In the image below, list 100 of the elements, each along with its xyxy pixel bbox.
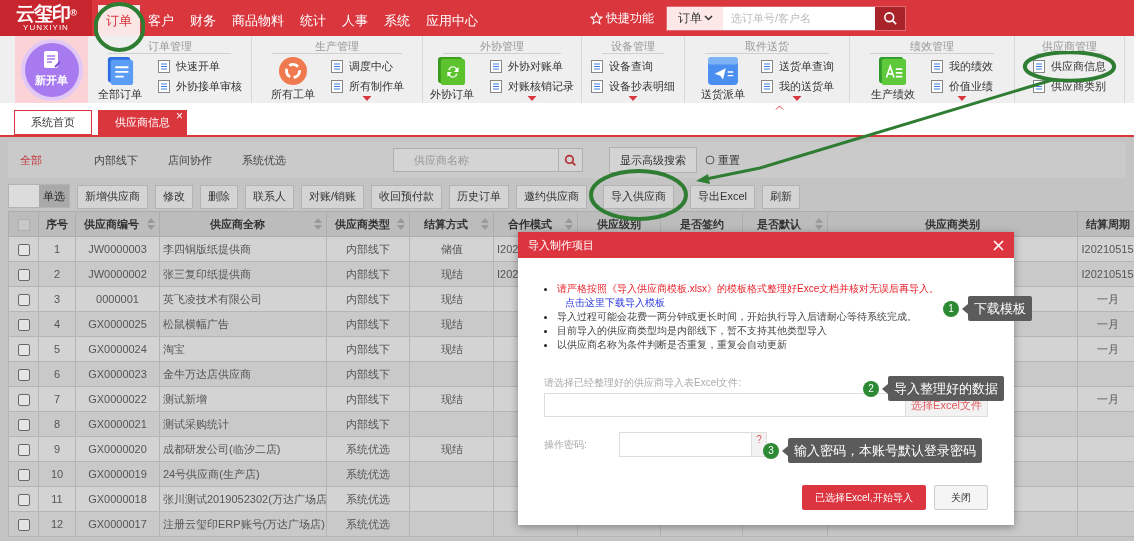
column-header: 供应商全称 — [208, 216, 266, 232]
more-caret-icon[interactable] — [527, 96, 537, 101]
column-header: 供应商类型 — [333, 216, 391, 232]
bullet-icon — [544, 316, 547, 319]
ribbon-item[interactable]: 所有制作单 — [330, 80, 404, 93]
table-cell: I202 — [497, 267, 519, 280]
row-checkbox[interactable] — [17, 318, 30, 331]
bullet-icon — [544, 288, 547, 291]
page-tab[interactable]: 系统首页 — [14, 110, 92, 135]
row-checkbox[interactable] — [17, 343, 30, 356]
menu-item[interactable]: 应用中心 — [418, 5, 486, 36]
document-icon — [157, 60, 170, 73]
ribbon-item[interactable]: 我的送货单 — [760, 80, 834, 93]
column-header: 是否默认 — [756, 216, 802, 232]
table-cell: 储值 — [440, 242, 463, 255]
table-cell: 10 — [50, 467, 64, 480]
row-checkbox[interactable] — [17, 493, 30, 506]
table-cell: 2 — [53, 267, 61, 280]
ribbon-item[interactable]: 外协接单审核 — [157, 80, 242, 93]
toolbar-button[interactable]: 删除 — [200, 184, 238, 209]
ribbon-big-button[interactable]: 所有工单 — [270, 57, 315, 100]
table-cell: 内部线下 — [346, 417, 390, 430]
toolbar-button[interactable]: 邀约供应商 — [516, 184, 588, 209]
ribbon-item[interactable]: 设备查询 — [591, 60, 653, 73]
row-checkbox[interactable] — [17, 268, 30, 281]
more-caret-icon[interactable] — [362, 96, 372, 101]
ribbon-item[interactable]: 外协对账单 — [490, 60, 563, 73]
menu-item[interactable]: 财务 — [182, 5, 224, 36]
advanced-search-button[interactable]: 显示高级搜索 — [609, 147, 697, 173]
row-checkbox[interactable] — [17, 243, 30, 256]
callout-tooltip: 下载模板 — [968, 296, 1032, 321]
filter-tab[interactable]: 内部线下 — [94, 151, 168, 169]
tab-close-button[interactable]: × — [176, 109, 183, 123]
note-text: 以供应商名称为条件判断是否重复，重复会自动更新 — [557, 338, 787, 352]
toolbar-button[interactable]: 收回预付款 — [371, 184, 443, 209]
start-import-button[interactable]: 已选择Excel,开始导入 — [802, 485, 926, 510]
download-template-link[interactable]: 点击这里下载导入模板 — [565, 296, 665, 310]
ribbon-big-button[interactable]: 生产绩效 — [871, 57, 915, 100]
table-cell: GX0000018 — [88, 492, 147, 505]
page-tab[interactable]: 供应商信息 × — [98, 110, 187, 135]
table-cell: 现结 — [440, 292, 463, 305]
menu-item[interactable]: 客户 — [140, 5, 182, 36]
document-icon — [157, 80, 170, 93]
toolbar-button[interactable]: 导入供应商 — [603, 184, 675, 209]
callout-tooltip: 输入密码，本账号默认登录密码 — [788, 438, 982, 463]
column-header: 是否签约 — [678, 216, 725, 232]
ribbon-item[interactable]: 调度中心 — [330, 60, 393, 73]
row-checkbox[interactable] — [17, 443, 30, 456]
ribbon-item[interactable]: 我的绩效 — [931, 60, 993, 73]
table-cell: 现结 — [440, 317, 463, 330]
row-checkbox[interactable] — [17, 393, 30, 406]
table-cell: 4 — [53, 317, 61, 330]
document-icon — [490, 60, 502, 73]
reset-button[interactable]: 重置 — [705, 151, 740, 169]
toolbar-button[interactable]: 新增供应商 — [77, 184, 148, 209]
toolbar-button[interactable]: 导出Excel — [690, 184, 755, 209]
filter-tab[interactable]: 系统优选 — [242, 151, 316, 169]
ribbon-big-button[interactable]: 全部订单 — [97, 57, 142, 100]
document-icon — [760, 60, 773, 73]
more-caret-icon[interactable] — [792, 96, 802, 101]
row-checkbox[interactable] — [17, 293, 30, 306]
ribbon-item[interactable]: 供应商类别 — [1033, 80, 1106, 93]
row-checkbox[interactable] — [17, 518, 30, 531]
toolbar-button[interactable]: 修改 — [155, 184, 193, 209]
table-cell: 内部线下 — [346, 292, 390, 305]
ribbon-item[interactable]: 快速开单 — [157, 60, 220, 73]
ribbon-big-button[interactable]: 外协订单 — [430, 57, 474, 100]
document-icon — [760, 80, 773, 93]
quick-functions-button[interactable]: 快捷功能 — [590, 0, 654, 36]
menu-item[interactable]: 人事 — [334, 5, 376, 36]
more-caret-icon[interactable] — [957, 96, 967, 101]
row-checkbox[interactable] — [17, 418, 30, 431]
table-cell: 英飞凌技术有限公司 — [163, 292, 262, 305]
column-header: 结算周期 — [1084, 216, 1131, 232]
menu-item[interactable]: 系统 — [376, 5, 418, 36]
row-checkbox[interactable] — [17, 368, 30, 381]
toolbar-button[interactable]: 历史订单 — [449, 184, 510, 209]
close-button[interactable]: 关闭 — [934, 485, 988, 510]
more-caret-icon[interactable] — [628, 96, 638, 101]
column-header: 供应商编号 — [83, 216, 140, 232]
menu-item[interactable]: 商品物料 — [224, 5, 292, 36]
table-cell: 现结 — [440, 267, 463, 280]
close-icon[interactable] — [993, 239, 1004, 251]
password-field[interactable] — [619, 432, 752, 457]
toolbar-button[interactable]: 刷新 — [761, 184, 800, 209]
single-select-switch[interactable]: 单选 — [8, 184, 70, 208]
ribbon-item[interactable]: 送货单查询 — [760, 60, 834, 73]
ribbon-item[interactable]: 设备抄表明细 — [591, 80, 675, 93]
ribbon-big-button[interactable]: 送货派单 — [700, 57, 745, 100]
file-label: 请选择已经整理好的供应商导入表Excel文件: — [544, 376, 742, 390]
toolbar-button[interactable]: 对账/销账 — [301, 184, 365, 209]
ribbon-item[interactable]: 对账核销记录 — [490, 80, 574, 93]
table-cell: 系统优选 — [346, 442, 390, 455]
filter-tab[interactable]: 店间协作 — [168, 151, 242, 169]
toolbar-button[interactable]: 联系人 — [245, 184, 294, 209]
row-checkbox[interactable] — [17, 468, 30, 481]
menu-item[interactable]: 统计 — [292, 5, 334, 36]
sync-icon — [438, 57, 466, 85]
ribbon-item[interactable]: 价值业绩 — [931, 80, 993, 93]
select-all-checkbox[interactable] — [17, 218, 30, 231]
